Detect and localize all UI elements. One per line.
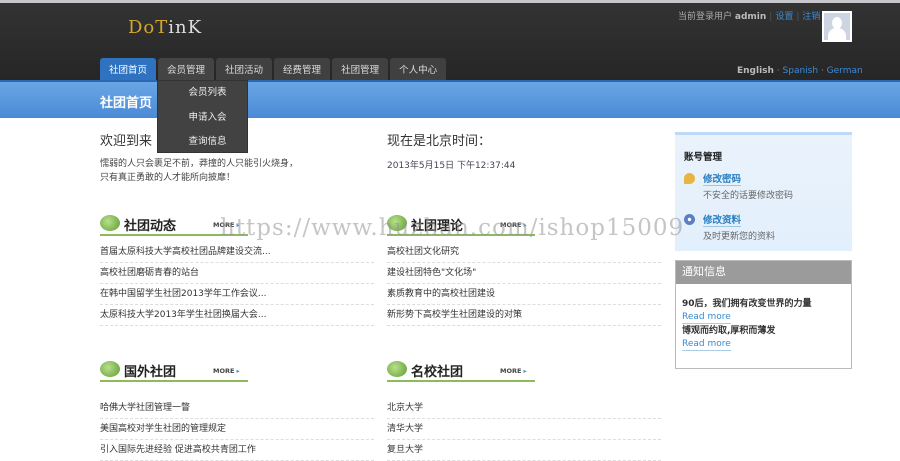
- members-dropdown: 会员列表 申请入会 查询信息: [157, 80, 248, 153]
- list-item[interactable]: 哈佛大学社团管理一瞥: [100, 398, 374, 419]
- list-item[interactable]: 素质教育中的高校社团建设: [387, 284, 661, 305]
- read-more-link[interactable]: Read more: [682, 311, 731, 324]
- list-item[interactable]: 清华大学: [387, 419, 661, 440]
- tree-icon: [100, 361, 120, 377]
- header: DoTinK 当前登录用户 admin | 设置 | 注销 English · Span…: [0, 3, 900, 83]
- account-panel: 账号管理 修改密码 不安全的话要修改密码 修改资料 及时更新您的资料: [675, 132, 852, 251]
- language-switcher: English · Spanish · German: [737, 66, 863, 76]
- list-item[interactable]: 新形势下高校学生社团建设的对策: [387, 305, 661, 326]
- title-band: 社团首页: [0, 80, 900, 118]
- notice-title: 通知信息: [676, 261, 851, 284]
- section-foreign-clubs: 国外社团 MORE ▸ 哈佛大学社团管理一瞥 美国高校对学生社团的管理规定 引入国…: [100, 358, 374, 461]
- notice-panel: 通知信息 90后，我们拥有改变世界的力量 Read more 博观而约取,厚积而…: [675, 260, 852, 369]
- logout-link[interactable]: 注销: [802, 12, 820, 22]
- settings-link[interactable]: 设置: [775, 12, 793, 22]
- key-icon: [684, 173, 695, 184]
- menu-item-member-list[interactable]: 会员列表: [158, 81, 247, 106]
- list-item[interactable]: 美国高校对学生社团的管理规定: [100, 419, 374, 440]
- more-link[interactable]: MORE ▸: [213, 221, 240, 229]
- change-password-link[interactable]: 修改密码: [703, 171, 742, 186]
- lang-spanish[interactable]: Spanish: [783, 66, 819, 76]
- logo[interactable]: DoTinK: [128, 17, 202, 38]
- list-item[interactable]: 引入国际先进经验 促进高校共青团工作: [100, 440, 374, 461]
- lang-english[interactable]: English: [737, 66, 774, 76]
- list-item[interactable]: 建设社团特色"文化场": [387, 263, 661, 284]
- tree-icon: [100, 215, 120, 231]
- notice-item-title: 博观而约取,厚积而薄发: [682, 326, 776, 336]
- user-bar: 当前登录用户 admin | 设置 | 注销: [678, 12, 821, 22]
- current-time: 2013年5月15日 下午12:37:44: [387, 161, 516, 171]
- more-link[interactable]: MORE ▸: [500, 367, 527, 375]
- section-famous-schools: 名校社团 MORE ▸ 北京大学 清华大学 复旦大学: [387, 358, 661, 461]
- lang-german[interactable]: German: [827, 66, 863, 76]
- list-item[interactable]: 高校社团磨砺青春的站台: [100, 263, 374, 284]
- list-item[interactable]: 在韩中国留学生社团2013学年工作会议...: [100, 284, 374, 305]
- more-link[interactable]: MORE ▸: [213, 367, 240, 375]
- list-item[interactable]: 高校社团文化研究: [387, 242, 661, 263]
- list-item[interactable]: 太原科技大学2013年学生社团换届大会...: [100, 305, 374, 326]
- page-title: 社团首页: [100, 96, 153, 111]
- list-item[interactable]: 首届太原科技大学高校社团品牌建设交流...: [100, 242, 374, 263]
- avatar[interactable]: [822, 11, 852, 42]
- section-club-theory: 社团理论 MORE ▸ 高校社团文化研究 建设社团特色"文化场" 素质教育中的高校…: [387, 212, 661, 326]
- account-title: 账号管理: [684, 152, 723, 163]
- edit-profile-link[interactable]: 修改资料: [703, 212, 742, 227]
- list-item[interactable]: 复旦大学: [387, 440, 661, 461]
- more-link[interactable]: MORE ▸: [500, 221, 527, 229]
- tree-icon: [387, 361, 407, 377]
- section-club-news: 社团动态 MORE ▸ 首届太原科技大学高校社团品牌建设交流... 高校社团磨砺青…: [100, 212, 374, 326]
- time-title: 现在是北京时间：: [387, 134, 492, 149]
- time-block: 现在是北京时间： 2013年5月15日 下午12:37:44: [387, 130, 515, 171]
- profile-icon: [684, 214, 695, 225]
- user-silhouette-icon: [824, 13, 850, 40]
- menu-item-apply[interactable]: 申请入会: [158, 106, 247, 131]
- notice-item-title: 90后，我们拥有改变世界的力量: [682, 299, 812, 309]
- list-item[interactable]: 北京大学: [387, 398, 661, 419]
- username: admin: [734, 12, 767, 22]
- read-more-link[interactable]: Read more: [682, 338, 731, 351]
- menu-item-query[interactable]: 查询信息: [158, 130, 247, 155]
- tree-icon: [387, 215, 407, 231]
